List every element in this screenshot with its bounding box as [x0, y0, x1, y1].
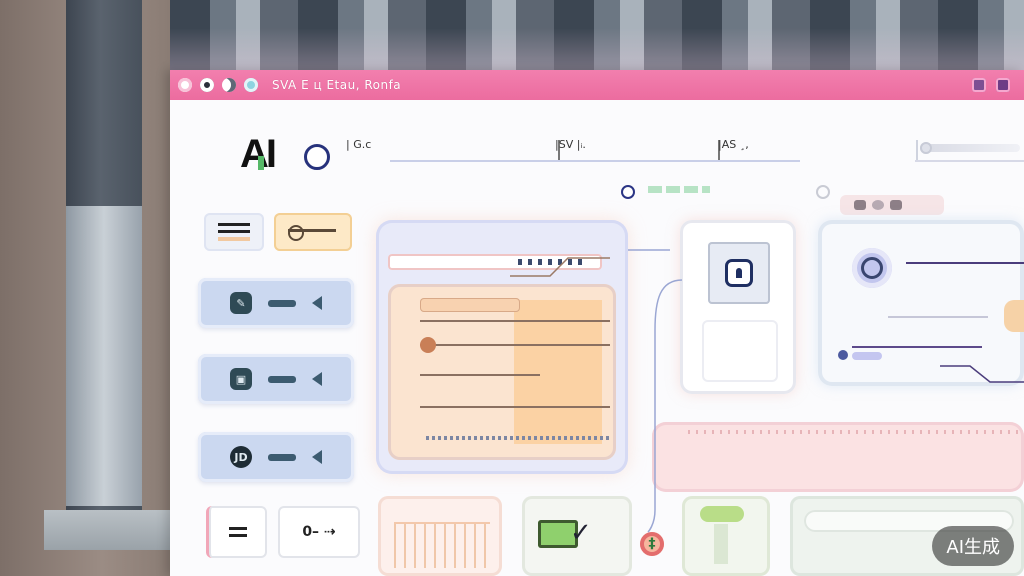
logo-text: AI — [240, 132, 277, 176]
card-tick-row — [426, 436, 612, 440]
link-button[interactable]: 0– ⇢ — [278, 506, 360, 558]
expand-icon[interactable] — [996, 78, 1010, 92]
green-card[interactable] — [682, 496, 770, 576]
menu-icon — [218, 223, 250, 241]
connector-node-icon[interactable]: ‡ — [640, 532, 664, 556]
security-card-body — [702, 320, 778, 382]
logo-accent — [258, 156, 264, 170]
check-icon: ✓ — [570, 518, 592, 548]
window-light-icon[interactable] — [178, 78, 192, 92]
toolbar-chip-icon[interactable] — [854, 200, 866, 210]
timeline-panel[interactable] — [652, 422, 1024, 492]
profile-card[interactable] — [818, 220, 1024, 386]
sidebar-item-label-bar — [268, 299, 296, 307]
chart-card[interactable] — [378, 496, 502, 576]
profile-line — [852, 346, 982, 348]
window-dark-icon[interactable] — [200, 78, 214, 92]
card-row-line — [420, 344, 610, 346]
avatar[interactable] — [852, 248, 892, 288]
lock-button[interactable] — [708, 242, 770, 304]
status-indicators — [648, 186, 710, 193]
status-ring-icon — [621, 185, 635, 199]
profile-line — [888, 316, 988, 318]
header-slider-track[interactable] — [920, 144, 1020, 152]
restore-icon[interactable] — [972, 78, 986, 92]
window-title: SVA E ц Etau, Ronfa — [272, 78, 402, 92]
header-divider — [916, 140, 918, 162]
pin-button[interactable] — [274, 213, 352, 251]
main-panel — [376, 220, 628, 474]
lock-icon — [728, 262, 750, 284]
sidebar-item-profile[interactable]: JD — [198, 432, 354, 482]
logo-ring-icon — [304, 144, 330, 170]
jd-icon: JD — [230, 446, 252, 468]
arrow-left-icon — [312, 450, 322, 464]
content-card[interactable] — [388, 284, 616, 460]
green-column — [714, 524, 728, 564]
app-window: SVA E ц Etau, Ronfa AI | G.c |SV |ᵢ. |AS… — [170, 70, 1024, 576]
toolbar-chip-icon[interactable] — [890, 200, 902, 210]
sidebar-item-document[interactable]: ▣ — [198, 354, 354, 404]
toolbar-circle-icon[interactable] — [872, 200, 884, 210]
card-row-line — [420, 320, 610, 322]
search-input[interactable] — [388, 254, 602, 270]
mini-toolbar[interactable] — [840, 195, 944, 215]
arrow-left-icon — [312, 372, 322, 386]
pin-icon — [288, 225, 304, 241]
header-tab-1[interactable]: | G.c — [346, 138, 371, 151]
pen-icon: ✎ — [230, 292, 252, 314]
status-ring-icon — [816, 185, 830, 199]
equals-icon — [229, 527, 247, 537]
menu-button[interactable] — [204, 213, 264, 251]
app-logo: AI — [240, 132, 277, 177]
card-row-line — [420, 406, 610, 408]
ai-generated-badge: AI生成 — [932, 526, 1014, 566]
profile-dot-icon — [838, 350, 848, 360]
document-icon: ▣ — [230, 368, 252, 390]
profile-tab[interactable] — [1004, 300, 1024, 332]
header-tab-2[interactable]: |SV |ᵢ. — [555, 138, 586, 151]
profile-pill — [852, 352, 882, 360]
card-title-bar — [420, 298, 520, 312]
header-underline — [390, 160, 800, 162]
card-slider-knob[interactable] — [420, 337, 436, 353]
sidebar-item-edit[interactable]: ✎ — [198, 278, 354, 328]
header-tab-3[interactable]: |AS ¸, — [718, 138, 749, 151]
security-card[interactable] — [680, 220, 796, 394]
arrow-left-icon — [312, 296, 322, 310]
sidebar-item-label-bar — [268, 453, 296, 461]
window-half-icon[interactable] — [222, 78, 236, 92]
link-button-label: 0– ⇢ — [302, 524, 336, 540]
bar-chart-icon — [394, 522, 490, 568]
background-pillar-base — [66, 206, 142, 506]
user-icon — [861, 257, 883, 279]
timeline-ticks — [688, 430, 1018, 434]
search-tools-icon[interactable] — [518, 259, 588, 265]
green-pill — [700, 506, 744, 522]
pin-line — [288, 229, 336, 232]
task-card[interactable]: ✓ — [522, 496, 632, 576]
background-stripes — [170, 0, 1024, 70]
header-underline — [915, 160, 1024, 162]
sidebar-item-label-bar — [268, 375, 296, 383]
background-floor — [44, 510, 174, 550]
card-row-line — [420, 374, 540, 376]
list-button[interactable] — [206, 506, 267, 558]
header-slider-knob[interactable] — [920, 142, 932, 154]
window-teal-icon[interactable] — [244, 78, 258, 92]
profile-line — [906, 262, 1024, 264]
title-bar[interactable]: SVA E ц Etau, Ronfa — [170, 70, 1024, 100]
